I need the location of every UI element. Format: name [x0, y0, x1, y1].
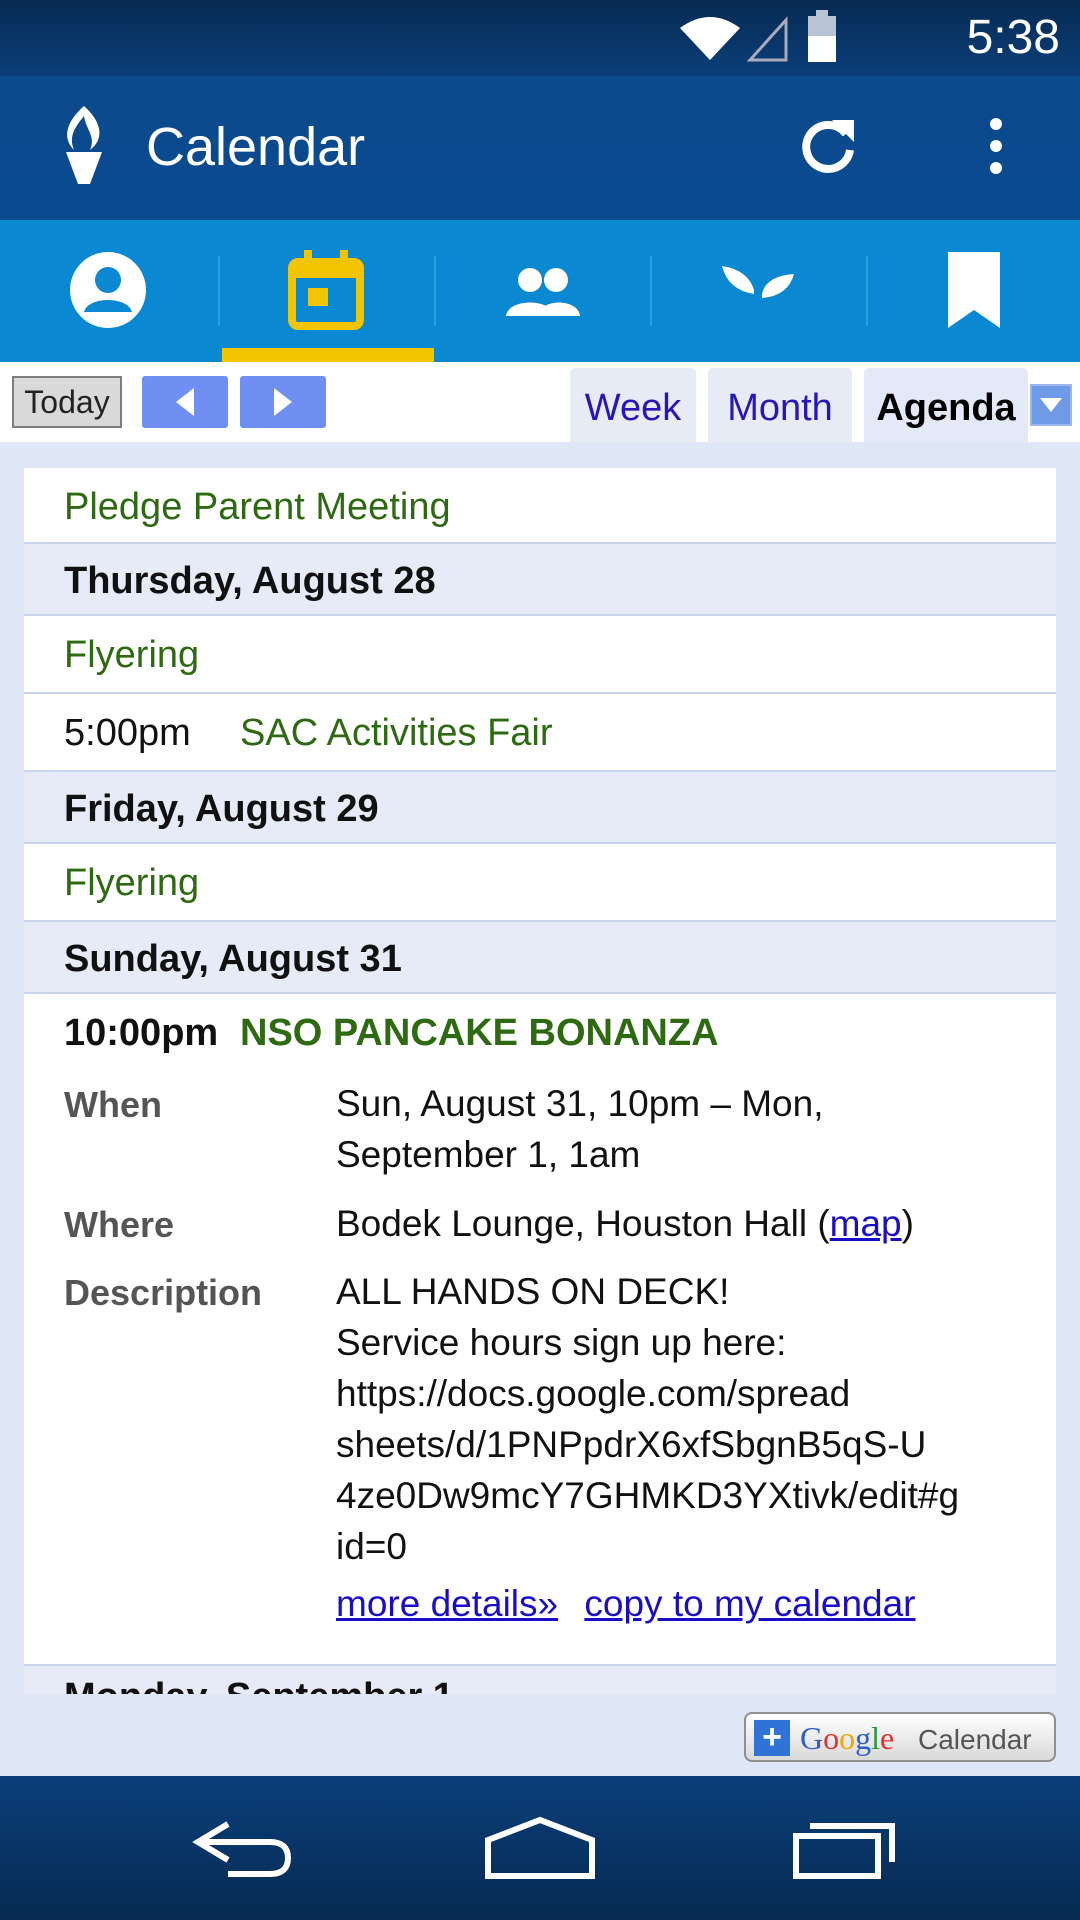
home-icon[interactable]	[484, 1816, 596, 1880]
where-close: )	[901, 1203, 914, 1244]
signal-icon	[746, 16, 788, 62]
event-time: 5:00pm	[64, 712, 191, 754]
next-button[interactable]	[240, 376, 326, 428]
date-label: Thursday, August 28	[64, 560, 436, 602]
date-header: Monday, September 1	[24, 1666, 1056, 1694]
person-icon	[70, 252, 146, 328]
people-icon	[506, 268, 580, 316]
battery-icon	[808, 10, 836, 62]
tab-people[interactable]	[434, 220, 650, 362]
event-title: Pledge Parent Meeting	[64, 486, 451, 528]
chevron-right-icon	[274, 388, 292, 416]
recents-icon[interactable]	[792, 1816, 896, 1880]
chevron-down-icon	[1040, 398, 1062, 412]
date-header: Sunday, August 31	[24, 922, 1056, 994]
where-value: Bodek Lounge, Houston Hall (map)	[336, 1198, 1026, 1249]
copy-to-calendar-link[interactable]: copy to my calendar	[584, 1583, 915, 1624]
list-item[interactable]: Flyering	[24, 616, 1056, 694]
where-label: Where	[64, 1204, 175, 1245]
description-line: 4ze0Dw9mcY7GHMKD3YXtivk/edit#g	[336, 1475, 960, 1516]
chevron-left-icon	[176, 388, 194, 416]
list-item[interactable]: Pledge Parent Meeting	[24, 468, 1056, 544]
description-line: https://docs.google.com/spread	[336, 1373, 851, 1414]
tab-agenda[interactable]: Agenda	[864, 368, 1028, 442]
description-line: ALL HANDS ON DECK!	[336, 1271, 730, 1312]
more-details-link[interactable]: more details»	[336, 1583, 558, 1624]
event-title: Flyering	[64, 634, 200, 676]
sprout-icon	[722, 266, 794, 330]
tab-month[interactable]: Month	[708, 368, 852, 442]
event-title[interactable]: NSO PANCAKE BONANZA	[240, 1012, 719, 1055]
map-link[interactable]: map	[830, 1203, 902, 1244]
event-links: more details» copy to my calendar	[336, 1578, 1026, 1629]
active-tab-indicator	[222, 348, 434, 362]
when-line: Sun, August 31, 10pm – Mon,	[336, 1083, 824, 1124]
calendar-toolbar: Today Week Month Agenda	[0, 362, 1080, 442]
tab-profile[interactable]	[0, 220, 216, 362]
tab-calendar[interactable]	[218, 220, 434, 362]
wifi-icon	[680, 17, 740, 60]
description-line: Service hours sign up here:	[336, 1322, 787, 1363]
tab-bookmarks[interactable]	[866, 220, 1080, 362]
list-item[interactable]: 5:00pm SAC Activities Fair	[24, 694, 1056, 772]
date-label: Monday, September 1	[64, 1676, 454, 1694]
torch-logo-icon	[66, 106, 102, 184]
when-label: When	[64, 1084, 162, 1125]
date-header: Friday, August 29	[24, 772, 1056, 844]
description-line: sheets/d/1PNPpdrX6xfSbgnB5qS-U	[336, 1424, 927, 1465]
description-value: ALL HANDS ON DECK! Service hours sign up…	[336, 1266, 1026, 1572]
calendar-icon	[288, 250, 364, 330]
bookmark-icon	[948, 252, 1000, 328]
google-logo-text: Google	[800, 1720, 895, 1756]
back-icon[interactable]	[188, 1816, 292, 1880]
tab-week[interactable]: Week	[570, 368, 696, 442]
tab-sprout[interactable]	[650, 220, 866, 362]
event-time: 10:00pm	[64, 1012, 219, 1054]
calendar-text: Calendar	[918, 1724, 1032, 1755]
agenda-panel: Pledge Parent Meeting Thursday, August 2…	[0, 442, 1080, 1776]
previous-button[interactable]	[142, 376, 228, 428]
date-label: Friday, August 29	[64, 788, 379, 830]
event-title: Flyering	[64, 862, 200, 904]
view-dropdown[interactable]	[1030, 384, 1072, 426]
app-title: Calendar	[146, 117, 366, 177]
today-button[interactable]: Today	[12, 376, 122, 428]
where-text: Bodek Lounge, Houston Hall (	[336, 1203, 830, 1244]
agenda-list: Pledge Parent Meeting Thursday, August 2…	[24, 468, 1056, 1694]
overflow-menu-icon[interactable]	[976, 114, 1016, 178]
expanded-event: 10:00pm NSO PANCAKE BONANZA When Sun, Au…	[24, 994, 1056, 1666]
description-label: Description	[64, 1272, 263, 1313]
when-value: Sun, August 31, 10pm – Mon, September 1,…	[336, 1078, 1026, 1180]
status-icons	[680, 10, 836, 62]
when-line: September 1, 1am	[336, 1134, 641, 1175]
date-label: Sunday, August 31	[64, 938, 402, 980]
event-title: SAC Activities Fair	[240, 712, 553, 754]
system-nav-bar	[0, 1776, 1080, 1920]
date-header: Thursday, August 28	[24, 544, 1056, 616]
refresh-icon[interactable]	[796, 114, 860, 178]
tab-bar	[0, 220, 1080, 362]
status-time: 5:38	[966, 11, 1060, 64]
google-calendar-button[interactable]: + Google Calendar	[744, 1712, 1056, 1762]
status-bar: 5:38	[0, 0, 1080, 76]
action-bar: Calendar	[0, 76, 1080, 220]
description-line: id=0	[336, 1526, 407, 1567]
plus-icon: +	[754, 1720, 790, 1756]
list-item[interactable]: Flyering	[24, 844, 1056, 922]
